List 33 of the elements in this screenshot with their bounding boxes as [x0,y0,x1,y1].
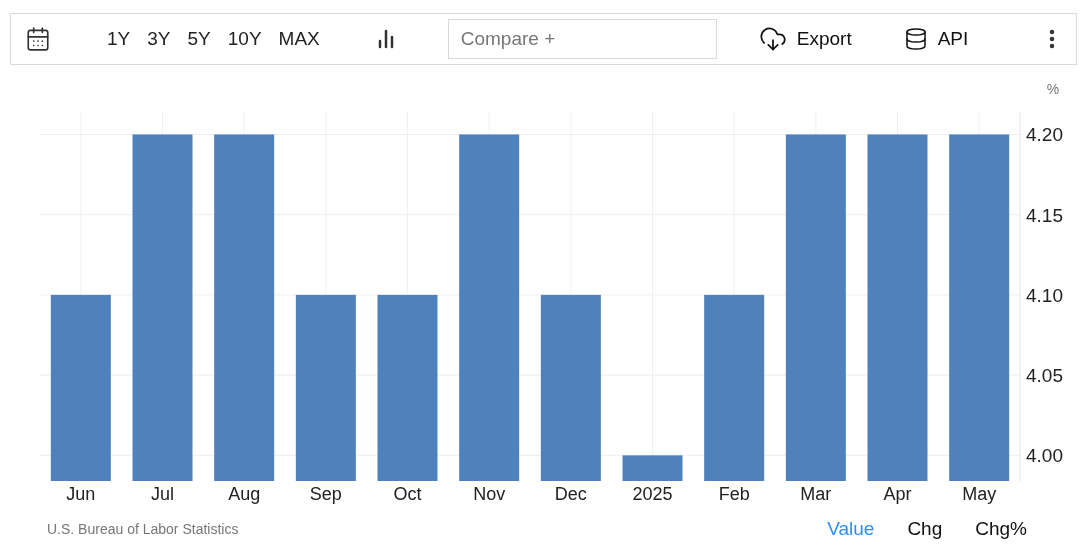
x-tick-label: 2025 [632,484,673,504]
x-tick-label: Apr [883,484,912,504]
export-button[interactable]: Export [758,25,852,53]
x-tick-label: Jul [151,484,174,504]
x-tick-label: Mar [800,484,832,504]
x-tick-label: May [962,484,997,504]
compare-field[interactable]: Compare + [447,19,717,59]
y-tick-label: 4.05 [1026,365,1063,387]
calendar-icon[interactable] [25,26,51,52]
range-button[interactable]: 5Y [181,28,217,50]
source-text: U.S. Bureau of Labor Statistics [47,521,240,537]
x-tick-label: Jun [66,484,96,504]
unit-label: % [1046,81,1060,97]
bar [622,455,683,481]
x-tick-label: Aug [228,484,261,504]
x-tick-label: Sep [309,484,342,504]
x-tick-label: Nov [473,484,506,504]
view-tab[interactable]: Chg% [942,518,1027,540]
database-icon [903,27,928,51]
cloud-download-icon [758,25,787,53]
y-tick-label: 4.20 [1026,124,1063,146]
range-button[interactable]: 10Y [221,28,268,50]
range-button[interactable]: 3Y [141,28,177,50]
view-tab[interactable]: Chg [874,518,943,540]
y-tick-label: 4.10 [1026,284,1063,306]
range-button[interactable]: MAX [272,28,326,50]
x-tick-label: Oct [393,484,422,504]
range-button[interactable]: 1Y [101,28,137,50]
api-button[interactable]: API [903,27,969,51]
x-tick-label: Dec [554,484,587,504]
y-tick-label: 4.00 [1026,445,1063,467]
y-tick-label: 4.15 [1026,204,1063,226]
x-tick-label: Feb [718,484,750,504]
